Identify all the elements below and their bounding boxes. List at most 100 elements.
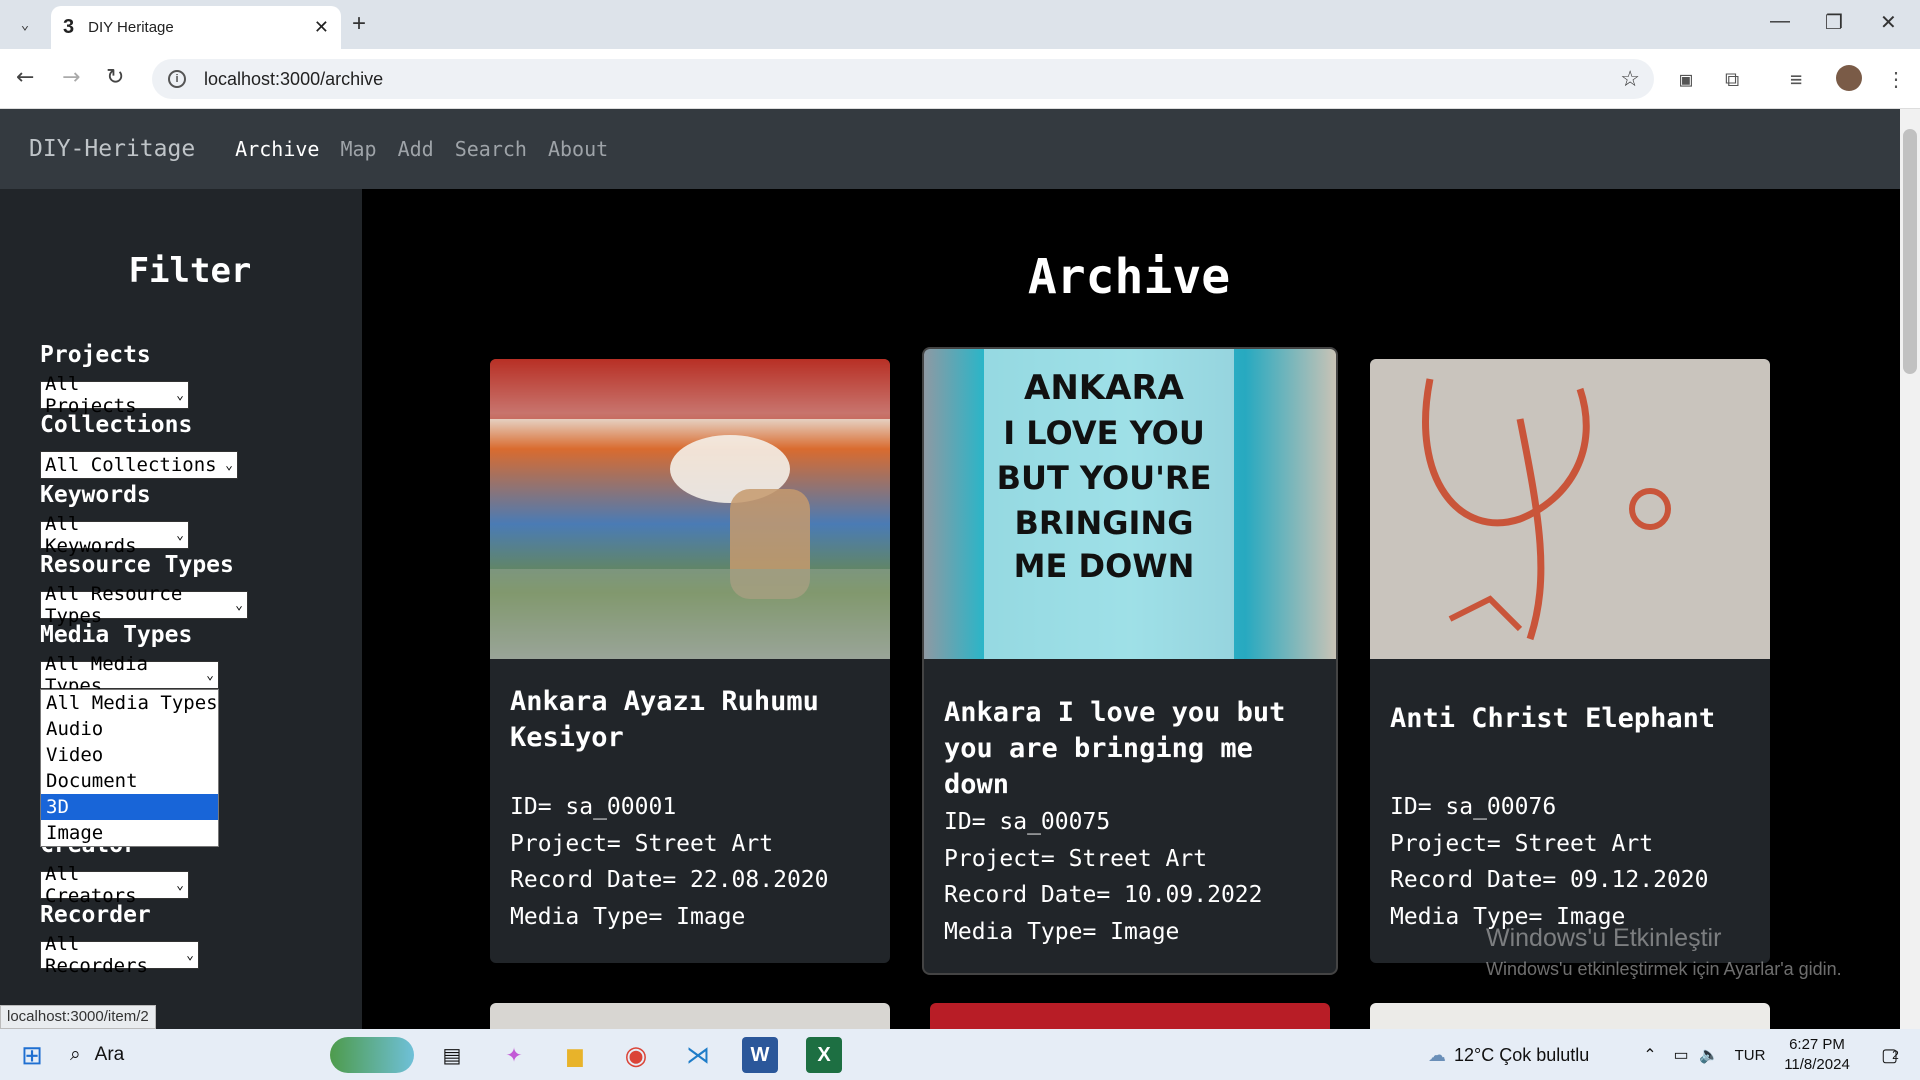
forward-button[interactable]: →: [62, 65, 80, 90]
nav-add[interactable]: Add: [398, 137, 434, 161]
tab-close-icon[interactable]: ✕: [314, 17, 329, 38]
projects-select[interactable]: All Projects ⌄: [40, 373, 189, 417]
card-media: Media Type= Image: [510, 903, 746, 930]
media-types-select[interactable]: All Media Types ⌄: [40, 653, 219, 697]
card-title[interactable]: Anti Christ Elephant: [1390, 701, 1750, 737]
bookmark-star-icon[interactable]: ☆: [1620, 66, 1640, 92]
search-highlight-icon[interactable]: [330, 1037, 414, 1073]
media-option-audio[interactable]: Audio: [41, 716, 218, 742]
elephant-graffiti-icon: [1422, 378, 1671, 641]
card-id: ID= sa_00001: [510, 794, 677, 820]
clock-date: 11/8/2024: [1784, 1056, 1850, 1073]
media-types-label: Media Types: [40, 622, 193, 648]
card-date: Record Date= 10.09.2022: [944, 882, 1263, 908]
profile-avatar[interactable]: [1836, 65, 1862, 91]
tab-title: DIY Heritage: [88, 19, 174, 36]
volume-icon[interactable]: 🔈: [1696, 1037, 1722, 1073]
language-indicator[interactable]: TUR: [1732, 1037, 1768, 1073]
page-scrollbar[interactable]: [1900, 109, 1920, 1029]
minimize-button[interactable]: —: [1770, 10, 1790, 33]
reload-button[interactable]: ↻: [106, 65, 124, 90]
extensions-puzzle-icon[interactable]: ⧉: [1725, 67, 1739, 91]
media-option-image[interactable]: Image: [41, 820, 218, 846]
notification-icon[interactable]: ▢ 2: [1870, 1037, 1910, 1073]
creator-select[interactable]: All Creators ⌄: [40, 863, 189, 907]
extension-icon[interactable]: ▣: [1680, 67, 1692, 91]
card-meta: ID= sa_00076 Project= Street Art Record …: [1390, 789, 1709, 935]
archive-card[interactable]: Ankara Ayazı Ruhumu Kesiyor ID= sa_00001…: [490, 359, 890, 963]
tray-chevron-up-icon[interactable]: ⌃: [1638, 1037, 1662, 1073]
card-image[interactable]: ANKARA I LOVE YOU BUT YOU'RE BRINGING ME…: [924, 349, 1336, 659]
card-project: Project= Street Art: [1390, 830, 1654, 857]
nav-map[interactable]: Map: [340, 137, 376, 161]
card-id: ID= sa_00076: [1390, 794, 1557, 820]
svg-text:ANKARA: ANKARA: [1024, 368, 1185, 408]
site-info-icon[interactable]: i: [168, 70, 186, 88]
browser-tab[interactable]: 3 DIY Heritage ✕: [51, 6, 341, 49]
copilot-icon[interactable]: ✦: [496, 1037, 532, 1073]
card-date: Record Date= 09.12.2020: [1390, 867, 1709, 893]
watermark-line1: Windows'u Etkinleştir: [1486, 924, 1722, 952]
media-option-3d[interactable]: 3D: [41, 794, 218, 820]
browser-toolbar: ← → ↻ i localhost:3000/archive ☆ ▣ ⧉ ≡ ⋮: [0, 49, 1920, 109]
media-control-icon[interactable]: ≡: [1790, 67, 1802, 91]
collections-select[interactable]: All Collections ⌄: [40, 451, 238, 479]
nav-search[interactable]: Search: [455, 137, 527, 161]
cloudy-weather-icon: ☁: [1428, 1044, 1446, 1065]
app-navbar: DIY-Heritage Archive Map Add Search Abou…: [0, 109, 1900, 189]
media-option-all[interactable]: All Media Types: [41, 690, 218, 716]
card-title[interactable]: Ankara I love you but you are bringing m…: [944, 695, 1324, 803]
card-title[interactable]: Ankara Ayazı Ruhumu Kesiyor: [510, 684, 870, 756]
keywords-select[interactable]: All Keywords ⌄: [40, 513, 189, 557]
nav-about[interactable]: About: [548, 137, 608, 161]
keywords-select-value: All Keywords: [45, 513, 137, 557]
resource-types-select-value: All Resource Types: [45, 583, 183, 627]
recorder-select-value: All Recorders: [45, 933, 148, 977]
clock[interactable]: 6:27 PM 11/8/2024: [1772, 1036, 1862, 1073]
nav-archive[interactable]: Archive: [235, 137, 319, 161]
new-tab-button[interactable]: +: [352, 10, 366, 38]
battery-icon[interactable]: ▭: [1668, 1037, 1694, 1073]
brand-logo[interactable]: DIY-Heritage: [29, 136, 195, 162]
media-option-video[interactable]: Video: [41, 742, 218, 768]
card-image[interactable]: [1370, 359, 1770, 659]
filter-title: Filter: [128, 251, 252, 291]
taskbar-search[interactable]: ⌕ Ara: [70, 1037, 320, 1073]
media-option-document[interactable]: Document: [41, 768, 218, 794]
tab-search-button[interactable]: ⌄: [12, 12, 38, 38]
file-explorer-icon[interactable]: ▆: [557, 1037, 593, 1073]
projects-select-value: All Projects: [45, 373, 137, 417]
resource-types-select[interactable]: All Resource Types ⌄: [40, 583, 248, 627]
vscode-icon[interactable]: ⋊: [680, 1037, 716, 1073]
scrollbar-thumb[interactable]: [1903, 129, 1917, 374]
keywords-label: Keywords: [40, 482, 151, 508]
filter-sidebar: Filter Projects All Projects ⌄ Collection…: [0, 189, 362, 1029]
menu-kebab-icon[interactable]: ⋮: [1886, 67, 1906, 91]
recorder-select[interactable]: All Recorders ⌄: [40, 933, 199, 977]
close-window-button[interactable]: ✕: [1880, 10, 1897, 35]
card-project: Project= Street Art: [510, 830, 774, 857]
excel-icon[interactable]: X: [806, 1037, 842, 1073]
weather-widget[interactable]: ☁ 12°C Çok bulutlu: [1428, 1037, 1618, 1073]
search-icon: ⌕: [70, 1044, 81, 1065]
svg-text:I LOVE YOU: I LOVE YOU: [1003, 414, 1205, 452]
watermark-line2: Windows'u etkinleştirmek için Ayarlar'a …: [1486, 959, 1842, 979]
graffiti-image-icon: ANKARA I LOVE YOU BUT YOU'RE BRINGING ME…: [984, 349, 1234, 659]
task-view-icon[interactable]: ▤: [434, 1037, 470, 1073]
back-button[interactable]: ←: [16, 65, 34, 90]
chrome-icon[interactable]: ◉: [618, 1037, 654, 1073]
page-title: Archive: [1027, 249, 1231, 305]
archive-card[interactable]: Anti Christ Elephant ID= sa_00076 Projec…: [1370, 359, 1770, 963]
taskbar-search-label: Ara: [94, 1044, 125, 1065]
word-icon[interactable]: W: [742, 1037, 778, 1073]
chevron-down-icon: ⌄: [176, 527, 184, 543]
collections-select-value: All Collections: [45, 454, 217, 476]
media-types-dropdown-list: All Media Types Audio Video Document 3D …: [40, 689, 219, 847]
resource-types-label: Resource Types: [40, 552, 234, 578]
archive-card[interactable]: ANKARA I LOVE YOU BUT YOU'RE BRINGING ME…: [924, 349, 1336, 973]
address-bar[interactable]: i localhost:3000/archive ☆: [152, 59, 1654, 99]
restore-button[interactable]: ❐: [1825, 10, 1843, 35]
card-meta: ID= sa_00075 Project= Street Art Record …: [944, 804, 1263, 950]
windows-start-icon[interactable]: ⊞: [14, 1037, 50, 1073]
card-image[interactable]: [490, 359, 890, 659]
